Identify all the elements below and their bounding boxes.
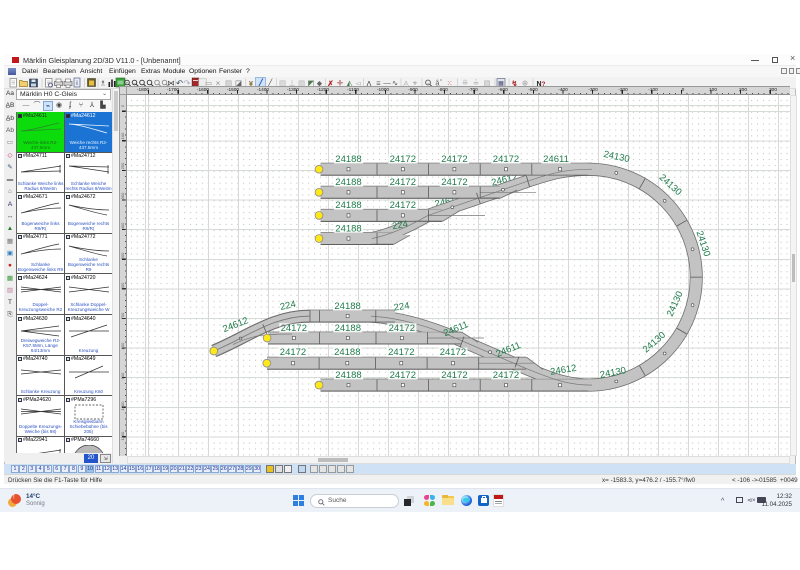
svg-text:24172: 24172	[280, 347, 306, 358]
svg-text:24188: 24188	[335, 200, 361, 211]
svg-text:24188: 24188	[335, 370, 361, 381]
svg-text:+: +	[126, 80, 129, 85]
svg-text:24172: 24172	[389, 323, 415, 334]
svg-text:♗: ♗	[100, 79, 107, 88]
svg-text:24172: 24172	[390, 154, 416, 165]
svg-text:i: i	[76, 80, 77, 87]
svg-text:24172: 24172	[440, 347, 466, 358]
svg-text:24172: 24172	[390, 177, 416, 188]
svg-text:24188: 24188	[335, 154, 361, 165]
svg-text:24188: 24188	[334, 347, 360, 358]
svg-text:24172: 24172	[390, 200, 416, 211]
svg-text:24172: 24172	[493, 154, 519, 165]
svg-text:24172: 24172	[441, 370, 467, 381]
svg-text:24172: 24172	[390, 370, 416, 381]
svg-text:24172: 24172	[441, 177, 467, 188]
svg-text:24188: 24188	[334, 301, 360, 312]
svg-text:224: 224	[279, 299, 297, 313]
svg-text:24172: 24172	[388, 347, 414, 358]
svg-text:24188: 24188	[335, 223, 361, 234]
svg-text:24188: 24188	[335, 177, 361, 188]
svg-text:−: −	[133, 80, 136, 85]
svg-text:24188: 24188	[335, 323, 361, 334]
svg-text:24130: 24130	[602, 149, 630, 165]
svg-text:24172: 24172	[493, 370, 519, 381]
svg-text:24172: 24172	[281, 323, 307, 334]
svg-text:24611: 24611	[543, 154, 569, 165]
svg-text:°: °	[440, 79, 442, 85]
svg-text:24172: 24172	[441, 154, 467, 165]
svg-text:224: 224	[393, 300, 410, 313]
svg-text:24130: 24130	[665, 290, 686, 319]
svg-text:24612: 24612	[550, 363, 578, 378]
svg-text:−: −	[427, 80, 430, 85]
